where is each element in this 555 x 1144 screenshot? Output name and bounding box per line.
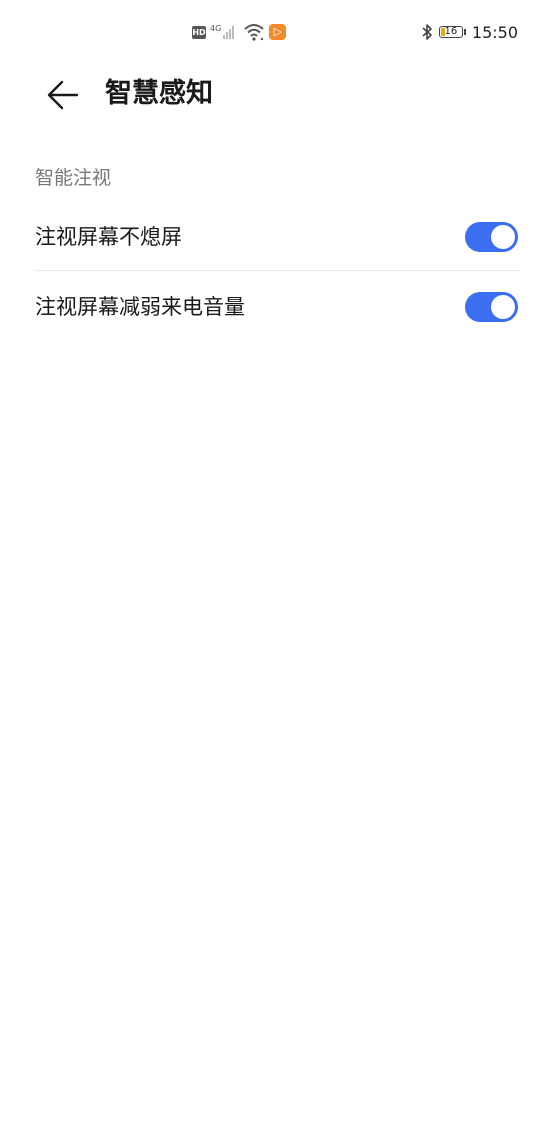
app-notification-icon: ▷ bbox=[269, 24, 287, 40]
network-type-label: 4G bbox=[210, 23, 222, 33]
battery-level: 16 bbox=[444, 26, 458, 37]
setting-label: 注视屏幕不熄屏 bbox=[35, 225, 182, 249]
status-right-icons: 16 15:50 bbox=[421, 20, 518, 44]
signal-icon bbox=[223, 25, 239, 39]
battery-icon: 16 bbox=[438, 26, 463, 38]
toggle-switch-keep-screen-on[interactable] bbox=[465, 222, 518, 252]
toggle-knob bbox=[491, 295, 515, 319]
back-button[interactable] bbox=[44, 75, 84, 115]
setting-label: 注视屏幕减弱来电音量 bbox=[35, 295, 245, 319]
status-bar: HD 4G ▷ 16 15:50 bbox=[0, 0, 555, 64]
battery-cap bbox=[463, 29, 466, 35]
hd-icon: HD bbox=[192, 25, 206, 39]
wifi-icon bbox=[244, 24, 264, 41]
status-time: 15:50 bbox=[471, 22, 518, 42]
row-divider bbox=[35, 270, 520, 271]
toggle-knob bbox=[491, 225, 515, 249]
page-title: 智慧感知 bbox=[105, 78, 213, 109]
bluetooth-icon bbox=[422, 24, 432, 40]
toggle-switch-lower-ringtone-volume[interactable] bbox=[465, 292, 518, 322]
section-title: 智能注视 bbox=[35, 167, 112, 189]
status-center-icons: HD 4G ▷ bbox=[192, 22, 287, 42]
setting-row-lower-ringtone-volume[interactable]: 注视屏幕减弱来电音量 bbox=[0, 272, 555, 342]
setting-row-keep-screen-on[interactable]: 注视屏幕不熄屏 bbox=[0, 202, 555, 272]
page-header: 智慧感知 bbox=[0, 64, 555, 126]
arrow-left-icon bbox=[47, 80, 79, 110]
